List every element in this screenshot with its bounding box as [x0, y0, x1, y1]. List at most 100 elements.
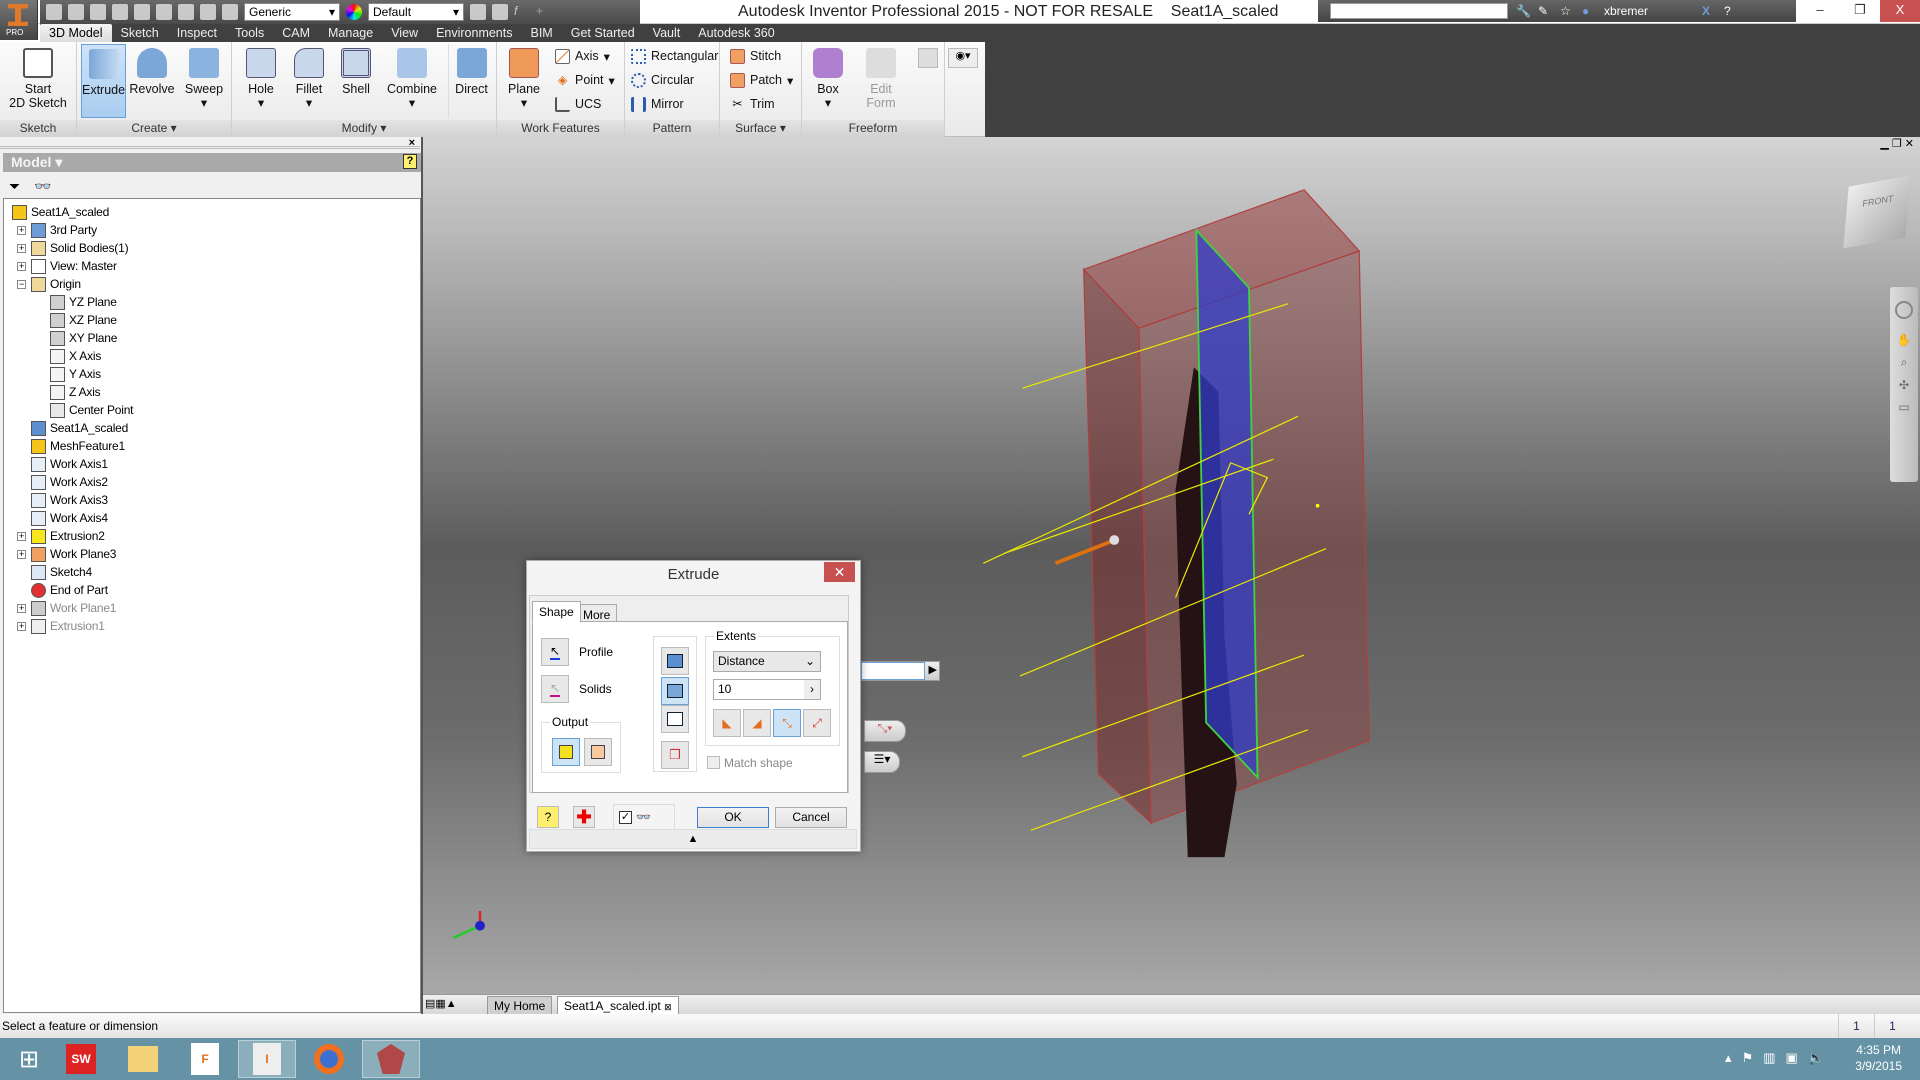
- tree-item[interactable]: + Solid Bodies(1): [17, 239, 129, 257]
- profile-select-button[interactable]: ↖: [541, 638, 569, 666]
- orbit-icon[interactable]: ✣: [1890, 378, 1918, 392]
- expand-icon[interactable]: +: [17, 243, 26, 253]
- browser-help-icon[interactable]: ?: [403, 154, 417, 169]
- tab-manage[interactable]: Manage: [319, 24, 382, 42]
- expand-icon[interactable]: +: [17, 603, 26, 613]
- axis-button[interactable]: Axis ▾: [555, 45, 610, 67]
- tab-vault[interactable]: Vault: [644, 24, 690, 42]
- stitch-button[interactable]: Stitch: [730, 45, 781, 67]
- shell-button[interactable]: Shell: [334, 44, 378, 118]
- wrench-icon[interactable]: 🔧: [1516, 4, 1531, 18]
- tree-item[interactable]: + Work Plane1: [17, 599, 116, 617]
- network-icon[interactable]: ▥: [1763, 1050, 1775, 1066]
- tab-3d-model[interactable]: 3D Model: [40, 24, 112, 42]
- expand-icon[interactable]: +: [17, 621, 26, 631]
- match-shape-checkbox[interactable]: [707, 756, 720, 769]
- expand-icon[interactable]: +: [17, 261, 26, 271]
- tree-item[interactable]: XZ Plane: [50, 311, 117, 329]
- mirror-button[interactable]: Mirror: [631, 93, 684, 115]
- point-button[interactable]: ◈ Point ▾: [555, 69, 615, 91]
- tree-item[interactable]: Y Axis: [50, 365, 101, 383]
- volume-icon[interactable]: 🔈: [1808, 1050, 1824, 1066]
- tab-bim[interactable]: BIM: [522, 24, 562, 42]
- extrude-button[interactable]: Extrude: [81, 44, 126, 118]
- minimize-button[interactable]: –: [1800, 0, 1840, 22]
- panel-label-surface[interactable]: Surface ▾: [720, 120, 801, 137]
- tree-item[interactable]: + Work Plane3: [17, 545, 116, 563]
- preview-checkbox[interactable]: ✓: [619, 810, 632, 824]
- tree-item[interactable]: End of Part: [31, 581, 108, 599]
- file-explorer-icon[interactable]: [114, 1040, 172, 1078]
- ucs-button[interactable]: UCS: [555, 93, 601, 115]
- tab-cam[interactable]: CAM: [273, 24, 319, 42]
- collapse-icon[interactable]: −: [17, 279, 26, 289]
- expand-dialog-button[interactable]: ▲: [529, 829, 857, 849]
- viewcube[interactable]: FRONT: [1843, 175, 1911, 249]
- help-search-input[interactable]: [1330, 3, 1508, 19]
- inventor-pro-icon[interactable]: I: [238, 1040, 296, 1078]
- plus-icon[interactable]: +: [536, 4, 552, 20]
- expand-icon[interactable]: +: [17, 531, 26, 541]
- close-panel-icon[interactable]: ×: [409, 137, 415, 149]
- browser-header[interactable]: Model ▾ ?: [3, 153, 421, 172]
- tab-inspect[interactable]: Inspect: [168, 24, 226, 42]
- tree-item[interactable]: YZ Plane: [50, 293, 117, 311]
- freeform-extra-icon[interactable]: [918, 48, 938, 68]
- hole-button[interactable]: Hole ▾: [238, 44, 284, 118]
- new-icon[interactable]: [46, 4, 62, 20]
- solidworks-icon[interactable]: SW: [52, 1040, 110, 1078]
- tab-tools[interactable]: Tools: [226, 24, 273, 42]
- cut-button[interactable]: [661, 677, 689, 705]
- chevron-right-icon[interactable]: ›: [804, 680, 820, 699]
- distance-input[interactable]: 10 ›: [713, 679, 821, 700]
- look-at-icon[interactable]: ▭: [1890, 400, 1918, 414]
- tab-shape[interactable]: Shape: [532, 601, 581, 623]
- panel-grip[interactable]: [0, 137, 420, 149]
- filter-icon[interactable]: ⏷: [9, 178, 20, 195]
- cancel-button[interactable]: Cancel: [775, 807, 847, 828]
- adjust-appearance-icon[interactable]: [470, 4, 486, 20]
- preview-toggle[interactable]: ✓ 👓: [613, 804, 675, 830]
- revolve-button[interactable]: Revolve: [127, 44, 177, 118]
- tab-environments[interactable]: Environments: [427, 24, 521, 42]
- action-center-icon[interactable]: ⚑: [1742, 1050, 1754, 1066]
- combine-button[interactable]: Combine ▾: [380, 44, 444, 118]
- circular-pattern-button[interactable]: Circular: [631, 69, 694, 91]
- tree-item[interactable]: Z Axis: [50, 383, 101, 401]
- direction-mini-button[interactable]: ⤡▾: [864, 720, 906, 742]
- fillet-button[interactable]: Fillet ▾: [286, 44, 332, 118]
- customize-ribbon-button[interactable]: ◉▾: [948, 48, 978, 68]
- tree-item[interactable]: +3rd Party: [17, 221, 97, 239]
- box-button[interactable]: Box ▾: [808, 44, 848, 118]
- output-surface-button[interactable]: [584, 738, 612, 766]
- symmetric-button[interactable]: ⤡: [773, 709, 801, 737]
- sweep-button[interactable]: Sweep ▾: [179, 44, 229, 118]
- options-mini-button[interactable]: ☰▾: [864, 751, 900, 773]
- solids-select-button[interactable]: ↖: [541, 675, 569, 703]
- tab-sketch[interactable]: Sketch: [112, 24, 168, 42]
- direction-1-button[interactable]: ◣: [713, 709, 741, 737]
- output-solid-button[interactable]: [552, 738, 580, 766]
- username[interactable]: xbremer: [1604, 4, 1694, 18]
- rectangular-pattern-button[interactable]: Rectangular: [631, 45, 718, 67]
- patch-button[interactable]: Patch ▾: [730, 69, 793, 91]
- panel-label-create[interactable]: Create ▾: [77, 120, 231, 137]
- tab-autodesk-360[interactable]: Autodesk 360: [689, 24, 783, 42]
- tree-item[interactable]: Center Point: [50, 401, 134, 419]
- appearance-dropdown[interactable]: Default ▾: [368, 3, 464, 21]
- dialog-help-button[interactable]: ?: [537, 806, 559, 828]
- communication-center-icon[interactable]: ✎: [1538, 4, 1552, 18]
- trim-button[interactable]: ✂ Trim: [730, 93, 774, 115]
- tile-windows-icons[interactable]: ▤▦▲: [425, 997, 457, 1010]
- tab-view[interactable]: View: [382, 24, 427, 42]
- tree-item[interactable]: Seat1A_scaled: [31, 419, 128, 437]
- help-icon[interactable]: ?: [1724, 4, 1738, 18]
- tab-get-started[interactable]: Get Started: [562, 24, 644, 42]
- tree-item[interactable]: Seat1A_scaled: [12, 203, 109, 221]
- open-icon[interactable]: [68, 4, 84, 20]
- tree-item[interactable]: Sketch4: [31, 563, 92, 581]
- asymmetric-button[interactable]: ⤢: [803, 709, 831, 737]
- expand-icon[interactable]: +: [17, 549, 26, 559]
- autodesk-app-icon[interactable]: [362, 1040, 420, 1078]
- home-icon[interactable]: [156, 4, 172, 20]
